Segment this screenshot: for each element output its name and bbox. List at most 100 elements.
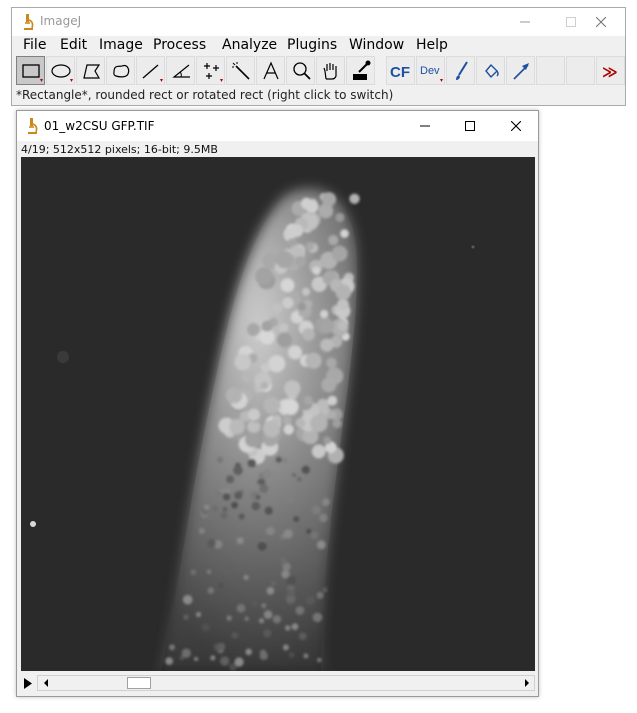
nucleus-spot <box>238 513 245 520</box>
slice-scrollbar[interactable] <box>37 675 535 691</box>
nucleus-spot <box>207 587 215 594</box>
menu-help[interactable]: Help <box>416 37 448 53</box>
tool-flood-fill[interactable] <box>476 56 505 85</box>
nucleus-spot <box>222 506 228 512</box>
nucleus-spot <box>190 569 197 576</box>
tool-more[interactable]: ≫ <box>596 56 625 85</box>
nucleus-spot <box>264 506 273 515</box>
tool-arrow[interactable] <box>506 56 535 85</box>
nucleus-spot <box>290 224 304 238</box>
nucleus-spot <box>295 606 305 615</box>
nucleus-spot <box>262 420 281 438</box>
rectangle-icon <box>22 64 43 82</box>
main-titlebar[interactable]: ImageJ <box>12 8 625 36</box>
nucleus-spot <box>282 297 294 309</box>
nucleus-spot <box>247 458 257 468</box>
nucleus-spot <box>284 380 301 397</box>
scroll-left-button[interactable] <box>38 676 53 690</box>
tool-polygon[interactable] <box>76 56 105 85</box>
nucleus-spot <box>320 338 334 352</box>
nucleus-spot <box>291 623 299 630</box>
text-icon <box>263 61 279 80</box>
tool-empty-slot-2[interactable] <box>566 56 595 85</box>
tool-dev[interactable]: Dev <box>416 56 445 85</box>
nucleus-spot <box>257 541 267 551</box>
tool-text[interactable] <box>256 56 285 85</box>
nucleus-spot <box>259 329 275 345</box>
dev-icon: Dev <box>420 65 443 82</box>
nucleus-spot <box>236 603 246 613</box>
nucleus-spot <box>327 410 337 420</box>
nucleus-spot <box>279 557 287 565</box>
minimize-icon <box>520 21 530 23</box>
tool-cf[interactable]: CF <box>386 56 415 85</box>
nucleus-spot <box>183 614 189 620</box>
nucleus-spot <box>305 199 319 213</box>
tool-hand[interactable] <box>316 56 345 85</box>
menu-edit[interactable]: Edit <box>60 37 87 53</box>
line-icon <box>142 64 163 82</box>
tool-magnifier[interactable] <box>286 56 315 85</box>
wand-icon <box>232 62 250 80</box>
nucleus-spot <box>263 610 273 619</box>
scroll-thumb[interactable] <box>127 677 151 689</box>
nucleus-spot <box>194 657 199 661</box>
minimize-button[interactable] <box>502 8 548 36</box>
nucleus-spot <box>340 229 349 238</box>
menu-window[interactable]: Window <box>349 37 404 53</box>
nucleus-spot <box>282 644 289 651</box>
nucleus-spot <box>207 569 211 574</box>
nucleus-spot <box>312 612 323 623</box>
tool-brush[interactable] <box>446 56 475 85</box>
tool-multipoint[interactable] <box>196 56 225 85</box>
nucleus-spot <box>321 377 337 393</box>
menu-process[interactable]: Process <box>153 37 206 53</box>
nucleus-spot <box>272 615 282 624</box>
nucleus-spot <box>288 345 302 360</box>
close-button[interactable] <box>578 8 624 36</box>
menu-file[interactable]: File <box>23 37 46 53</box>
menubar: File Edit Image Process Analyze Plugins … <box>12 36 625 56</box>
play-icon[interactable] <box>21 675 35 692</box>
tool-rectangle[interactable] <box>16 56 45 85</box>
image-minimize-button[interactable] <box>402 112 448 140</box>
tool-freehand[interactable] <box>106 56 135 85</box>
tool-line[interactable] <box>136 56 165 85</box>
nucleus-spot <box>335 284 352 301</box>
nucleus-spot <box>224 564 234 575</box>
tool-angle[interactable] <box>166 56 195 85</box>
scroll-right-button[interactable] <box>519 676 534 690</box>
tool-empty-slot-1[interactable] <box>536 56 565 85</box>
nucleus-spot <box>288 652 295 658</box>
arrow-icon <box>513 63 529 80</box>
nucleus-spot <box>283 529 293 539</box>
polygon-icon <box>83 64 101 79</box>
nucleus-spot <box>220 512 228 519</box>
fluorescence-image <box>21 157 535 671</box>
nucleus-spot <box>236 537 244 545</box>
nucleus-spot <box>218 583 224 589</box>
image-canvas[interactable] <box>21 157 535 671</box>
tool-wand[interactable] <box>226 56 255 85</box>
menu-plugins[interactable]: Plugins <box>287 37 337 53</box>
nucleus-spot <box>327 395 338 406</box>
image-maximize-button[interactable] <box>447 112 493 140</box>
nucleus-spot <box>226 475 235 484</box>
tool-color-picker[interactable] <box>346 56 375 85</box>
nucleus-spot <box>303 653 309 659</box>
tool-oval[interactable] <box>46 56 75 85</box>
nucleus-spot <box>259 484 269 494</box>
nucleus-spot <box>331 245 348 262</box>
nucleus-spot <box>283 424 294 435</box>
image-titlebar[interactable]: 01_w2CSU GFP.TIF <box>17 111 538 141</box>
nucleus-spot <box>261 603 267 609</box>
nucleus-spot <box>280 278 295 293</box>
nucleus-spot <box>305 241 315 251</box>
nucleus-spot <box>317 657 322 663</box>
nucleus-spot <box>207 539 216 548</box>
image-close-button[interactable] <box>493 112 539 140</box>
close-icon <box>596 17 606 27</box>
menu-analyze[interactable]: Analyze <box>222 37 277 53</box>
menu-image[interactable]: Image <box>99 37 143 53</box>
nucleus-spot <box>201 509 208 516</box>
